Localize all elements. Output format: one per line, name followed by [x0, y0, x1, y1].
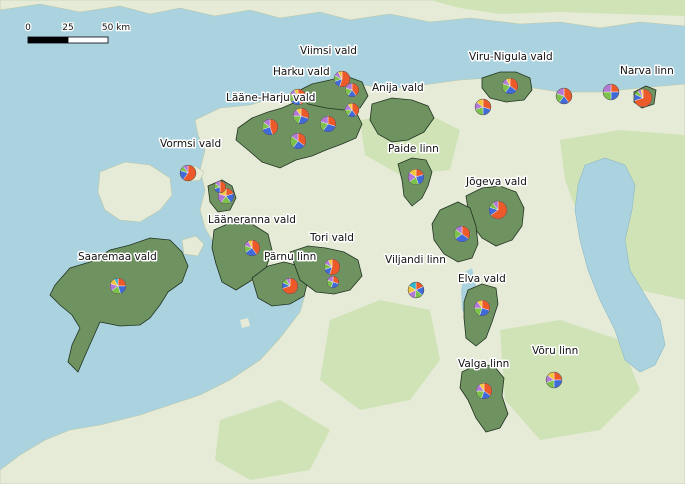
pie-extra-9[interactable]	[453, 225, 471, 243]
pie-anija-vald[interactable]	[344, 102, 360, 118]
scale-bar-white-segment	[67, 36, 109, 44]
pie-extra-5[interactable]	[213, 180, 227, 194]
label-jogeva-vald: Jõgeva vald	[465, 176, 527, 188]
pie-valga-linn[interactable]	[475, 382, 493, 400]
label-voru-linn: Võru linn	[532, 345, 578, 357]
label-narva-linn: Narva linn	[620, 65, 674, 77]
label-harku-vald: Harku vald	[273, 66, 330, 78]
label-laaneranna-vald: Lääneranna vald	[208, 214, 296, 226]
pie-j-geva-vald[interactable]	[488, 200, 508, 220]
label-valga-linn: Valga linn	[458, 358, 509, 370]
label-vormsi-vald: Vormsi vald	[160, 138, 221, 150]
label-parnu-linn: Pärnu linn	[264, 251, 316, 263]
label-saaremaa-vald: Saaremaa vald	[78, 251, 157, 263]
pie-extra-2[interactable]	[261, 118, 279, 136]
pie-viru-nigula-vald[interactable]	[501, 77, 519, 95]
scale-bar-black-segment	[27, 36, 69, 44]
pie-p-rnu-linn[interactable]	[281, 277, 299, 295]
label-elva-vald: Elva vald	[458, 273, 506, 285]
map-canvas[interactable]: 0 25 50 km Viimsi vald Harku vald Lääne-…	[0, 0, 685, 484]
scale-label-0: 0	[25, 23, 31, 33]
map-view[interactable]: 0 25 50 km Viimsi vald Harku vald Lääne-…	[0, 0, 685, 484]
pie-narva-linn[interactable]	[633, 88, 653, 108]
label-viimsi-vald: Viimsi vald	[300, 45, 357, 57]
scale-label-50km: 50 km	[102, 23, 130, 33]
pie-paide-linn[interactable]	[407, 168, 425, 186]
pie-viljandi-linn[interactable]	[407, 281, 425, 299]
pie-extra-3[interactable]	[289, 132, 307, 150]
pie-extra-6[interactable]	[474, 98, 492, 116]
pie-extra-7[interactable]	[555, 87, 573, 105]
pie-l-neranna-vald[interactable]	[243, 239, 261, 257]
pie-extra-0[interactable]	[344, 82, 360, 98]
pie-l-ne-harju-vald[interactable]	[292, 107, 310, 125]
label-paide-linn: Paide linn	[388, 143, 439, 155]
label-viljandi-linn: Viljandi linn	[385, 254, 446, 266]
pie-saaremaa-vald[interactable]	[109, 277, 127, 295]
pie-extra-1[interactable]	[319, 115, 337, 133]
pie-elva-vald[interactable]	[473, 299, 491, 317]
pie-vormsi-vald[interactable]	[179, 164, 197, 182]
scale-label-25: 25	[62, 23, 73, 33]
pie-v-ru-linn[interactable]	[545, 371, 563, 389]
label-tori-vald: Tori vald	[309, 232, 354, 244]
pie-extra-8[interactable]	[602, 83, 620, 101]
pie-tori-vald[interactable]	[323, 258, 341, 276]
pie-extra-10[interactable]	[326, 275, 340, 289]
label-laane-harju-vald: Lääne-Harju vald	[226, 92, 315, 104]
label-anija-vald: Anija vald	[372, 82, 424, 94]
label-viru-nigula-vald: Viru-Nigula vald	[469, 51, 553, 63]
